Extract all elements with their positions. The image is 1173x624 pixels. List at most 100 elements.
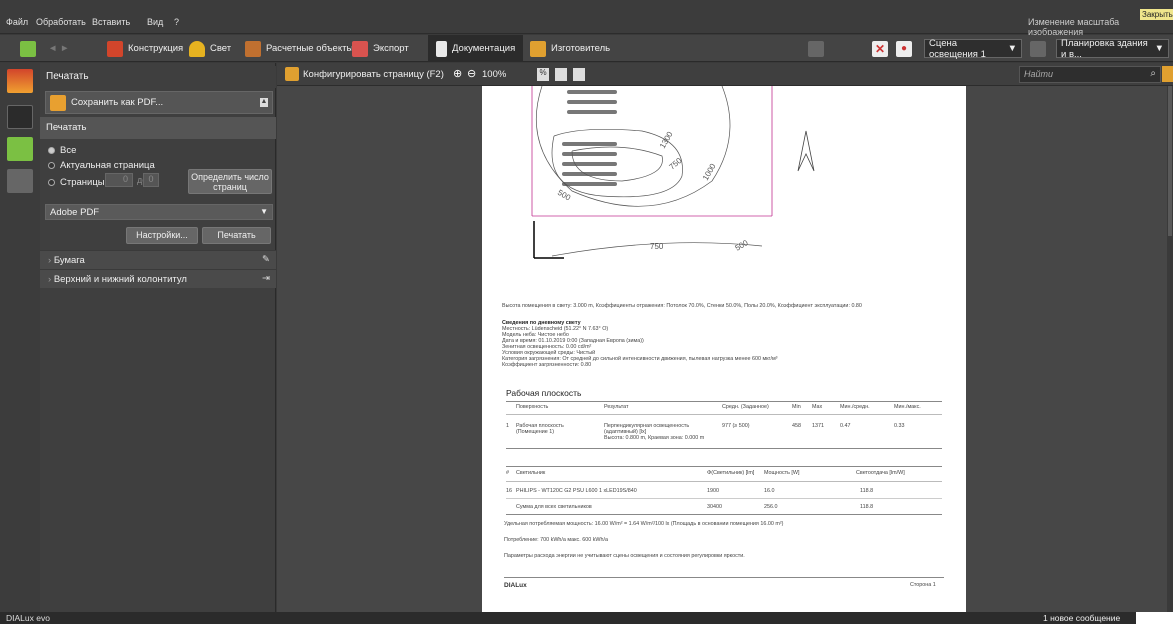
document-page: 1300 750 1000 500 750 500 Высота помещен… [482, 86, 966, 612]
contour-label: 750 [650, 242, 664, 251]
outline-icon[interactable] [7, 69, 33, 93]
wp-header: Поверхность [516, 404, 549, 410]
wp-header: Max [812, 404, 823, 410]
header-footer-section[interactable]: › Верхний и нижний колонтитул ⇥ [40, 269, 276, 288]
percent-icon[interactable]: % [537, 68, 549, 81]
lum-header: Φ(Светильник) [lm] [707, 470, 755, 476]
pin-icon[interactable]: ✎ [262, 254, 270, 265]
fit-page-icon[interactable] [573, 68, 585, 81]
scrollbar-thumb[interactable] [1168, 86, 1172, 236]
wp-max: 1371 [812, 423, 824, 429]
printer-icon[interactable] [7, 105, 33, 129]
construction-icon [107, 40, 123, 57]
document-icon [436, 40, 447, 57]
menu-view[interactable]: Вид [147, 17, 163, 27]
plan-select[interactable]: Планировка здания и в... ▼ [1056, 37, 1169, 60]
export-label: Экспорт [373, 43, 409, 54]
search-placeholder: Найти [1024, 69, 1054, 79]
zoom-in-icon[interactable]: ⊕ [453, 67, 462, 80]
settings-button[interactable]: Настройки... [126, 227, 198, 244]
radio-current[interactable]: Актуальная страница [48, 160, 155, 171]
save-icon[interactable] [20, 35, 36, 62]
fit-width-icon[interactable] [555, 68, 567, 81]
app-name: DIALux evo [6, 613, 50, 623]
scene-select-label: Сцена освещения 1 [929, 37, 986, 60]
print-section-header: Печатать [40, 117, 276, 139]
disabled-tool-icon [808, 35, 824, 62]
lum-sum: 30400 [707, 504, 722, 510]
lum-sum: 256.0 [764, 504, 778, 510]
paper-section[interactable]: › Бумага ✎ [40, 250, 276, 269]
menu-file[interactable]: Файл [6, 17, 28, 27]
manufacturer-button[interactable]: Изготовитель [530, 35, 610, 62]
pages-from-input[interactable]: 0 [105, 173, 133, 187]
wp-avg: 977 (≥ 500) [722, 423, 750, 429]
radio-pages[interactable]: Страницы [48, 177, 105, 188]
undo-redo-icons[interactable]: ◄ ► [48, 35, 69, 62]
paper-label: Бумага [53, 255, 85, 266]
panel-title: Печатать [40, 66, 276, 88]
unpin-icon[interactable]: ⇥ [262, 273, 270, 284]
isoline-plan: 1300 750 1000 500 750 500 [531, 86, 815, 259]
lum-header: Светоотдача [lm/W] [856, 470, 905, 476]
menu-insert[interactable]: Вставить [92, 17, 130, 27]
main-toolbar: ◄ ► Конструкция Свет Расчетные объекты Э… [0, 35, 1173, 62]
search-icon[interactable]: ⌕ [1150, 68, 1156, 79]
north-arrow-icon [797, 130, 815, 172]
export-button[interactable]: Экспорт [352, 35, 409, 62]
lum-cell: 16.0 [764, 488, 775, 494]
close-tooltip[interactable]: Закрыть [1140, 9, 1173, 20]
save-pdf-label: Сохранить как PDF... [71, 97, 164, 108]
construction-label: Конструкция [128, 43, 184, 54]
calc-objects-label: Расчетные объекты [266, 43, 354, 54]
message-notice[interactable]: 1 новое сообщение [1043, 613, 1120, 623]
configure-page-button[interactable]: Конфигурировать страницу (F2) [285, 67, 444, 81]
lum-cell: 1900 [707, 488, 719, 494]
lum-header: # [506, 470, 509, 476]
room-info: Высота помещения в свету: 3.000 m, Коэфф… [502, 303, 862, 309]
light-label: Свет [210, 43, 232, 54]
grid-icon[interactable] [7, 169, 33, 193]
pages-to-input[interactable]: 0 [143, 173, 159, 187]
search-options-icon[interactable] [1162, 66, 1173, 82]
vertical-scrollbar[interactable] [1167, 86, 1173, 612]
lum-cell: PHILIPS - WT120C G2 PSU L600 1 xLED19S/8… [516, 488, 637, 494]
configure-page-label: Конфигурировать страницу (F2) [303, 68, 444, 80]
wp-header: Мин./макс. [894, 404, 921, 410]
collapse-icon: ▲ [260, 98, 268, 107]
manufacturer-label: Изготовитель [551, 43, 611, 54]
layout-icon[interactable] [7, 137, 33, 161]
save-pdf-button[interactable]: Сохранить как PDF... ▲ [45, 91, 273, 114]
wp-header: Результат [604, 404, 629, 410]
menu-bar: Файл Обработать Вставить Вид ? Изменение… [0, 0, 1173, 37]
document-toolbar: Конфигурировать страницу (F2) ⊕ ⊖ 100% %… [277, 63, 1173, 86]
plan-select-label: Планировка здания и в... [1061, 37, 1148, 60]
wp-header: Min [792, 404, 801, 410]
zoom-status-text: Изменение масштаба изображения [1028, 17, 1120, 37]
search-box[interactable]: Найти ⌕ [1019, 66, 1161, 83]
menu-help[interactable]: ? [174, 17, 179, 27]
light-button[interactable]: Свет [189, 35, 231, 62]
zoom-level[interactable]: 100% [482, 69, 506, 80]
wp-min: 458 [792, 423, 801, 429]
scene-settings-icon[interactable] [1030, 35, 1046, 62]
calc-objects-button[interactable]: Расчетные объекты [245, 35, 353, 62]
contour-label: 500 [734, 238, 751, 253]
energy-note: Параметры расхода энергии не учитывают с… [504, 553, 745, 559]
contour-label: 500 [556, 188, 573, 203]
menu-edit[interactable]: Обработать [36, 17, 86, 27]
print-button[interactable]: Печатать [202, 227, 271, 244]
radio-all[interactable]: Все [48, 145, 76, 156]
scene-select[interactable]: Сцена освещения 1 ▼ [924, 37, 1022, 60]
lum-header: Светильник [516, 470, 546, 476]
documentation-tab[interactable]: Документация [428, 35, 524, 62]
wp-num: 1 [506, 423, 509, 429]
delete-x-icon[interactable]: ✕ [872, 35, 888, 62]
zoom-out-icon[interactable]: ⊖ [467, 67, 476, 80]
chevron-down-icon: ▼ [1007, 43, 1017, 54]
define-pages-button[interactable]: Определить число страниц [188, 169, 272, 194]
construction-button[interactable]: Конструкция [107, 35, 183, 62]
export-icon [352, 40, 368, 57]
record-icon[interactable]: ● [896, 35, 912, 62]
printer-select[interactable]: Adobe PDF ▼ [45, 204, 273, 220]
